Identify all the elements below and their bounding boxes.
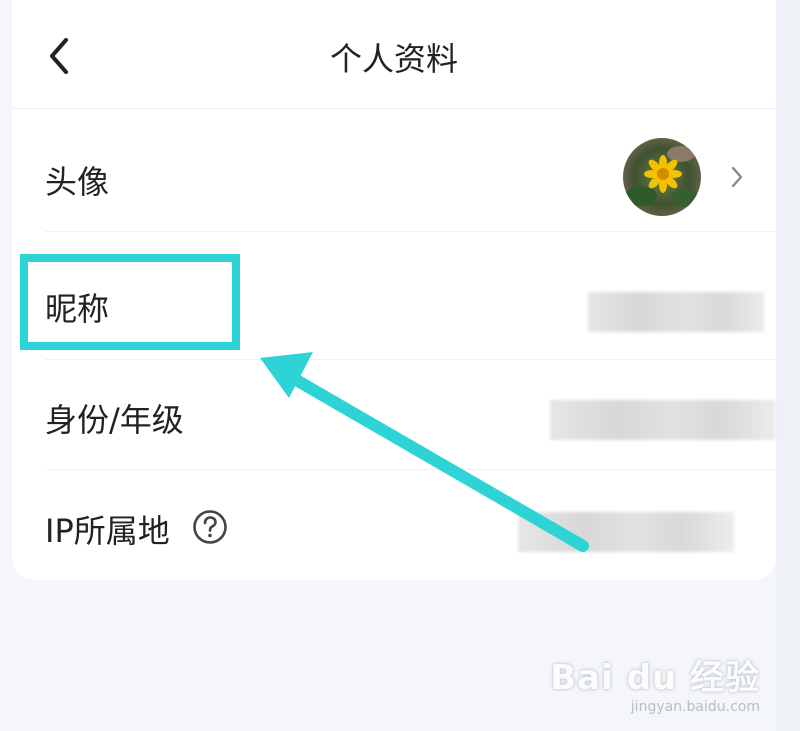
row-label-avatar: 头像 (45, 163, 110, 201)
watermark-logo: Bai du 经验 (550, 658, 760, 698)
watermark: Bai du 经验 jingyan.baidu.com (550, 650, 760, 715)
identity-grade-value-blurred (550, 400, 776, 440)
ip-location-value-blurred (518, 512, 734, 552)
chevron-right-icon (731, 166, 743, 188)
avatar[interactable] (623, 138, 701, 216)
question-circle-icon[interactable] (192, 509, 228, 545)
header-bar: 个人资料 (12, 0, 776, 109)
row-identity-grade[interactable]: 身份/年级 (12, 360, 776, 469)
nickname-value-blurred (588, 292, 764, 332)
right-edge-background (776, 0, 800, 731)
nickname-highlight-box (20, 254, 240, 350)
page-title: 个人资料 (329, 40, 458, 78)
row-ip-location[interactable]: IP所属地 (12, 470, 776, 580)
profile-screen: 个人资料 头像 昵称 身份/年级 IP所属地 Bai du 经验 jingyan… (0, 0, 800, 731)
row-label-ip-location: IP所属地 (45, 512, 170, 550)
watermark-url: jingyan.baidu.com (630, 699, 760, 715)
row-avatar[interactable]: 头像 (12, 109, 776, 231)
avatar-image (623, 138, 701, 216)
row-label-identity-grade: 身份/年级 (45, 401, 184, 439)
